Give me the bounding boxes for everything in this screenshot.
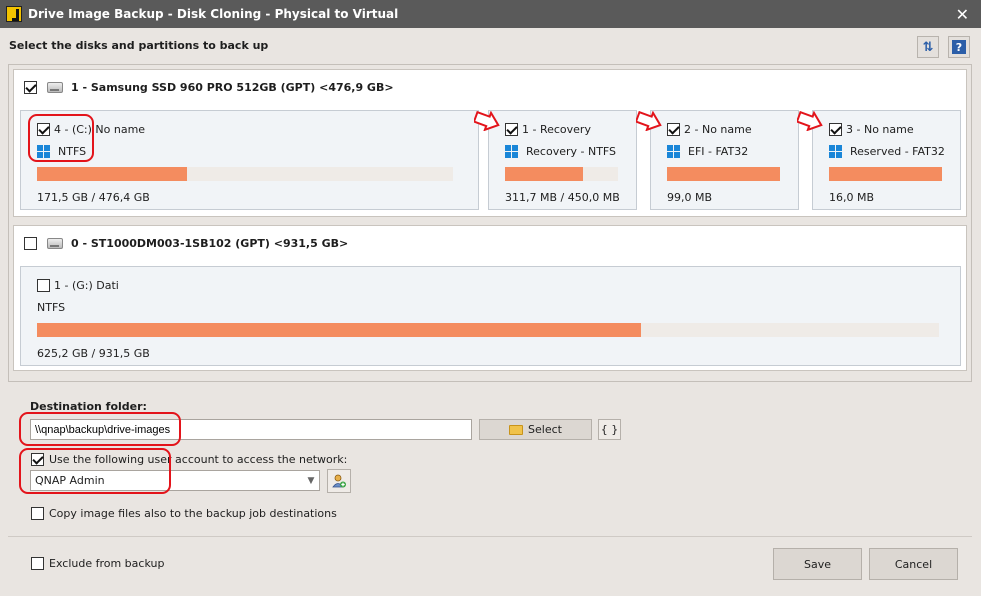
swap-arrows-icon: ⇅	[922, 39, 934, 55]
partition-fs: Recovery - NTFS	[505, 145, 616, 158]
copy-images-row[interactable]: Copy image files also to the backup job …	[31, 507, 337, 520]
hard-drive-icon	[47, 81, 63, 93]
annotation-arrow	[636, 111, 662, 131]
usage-bar	[505, 167, 618, 181]
partition-fs: EFI - FAT32	[667, 145, 748, 158]
usage-bar	[37, 167, 453, 181]
disk-0: 0 - ST1000DM003-1SB102 (GPT) <931,5 GB> …	[13, 225, 967, 371]
variables-button[interactable]: { }	[598, 419, 621, 440]
partition-header: 1 - Recovery	[505, 123, 591, 136]
disk-1: 1 - Samsung SSD 960 PRO 512GB (GPT) <476…	[13, 69, 967, 217]
partition-fs: NTFS	[37, 301, 65, 314]
partition-label: 1 - (G:) Dati	[54, 279, 119, 292]
partition-checkbox[interactable]	[505, 123, 518, 136]
chevron-down-icon[interactable]: ▼	[303, 471, 319, 490]
disk-checkbox[interactable]	[24, 236, 37, 250]
cancel-button[interactable]: Cancel	[869, 548, 958, 580]
usage-bar	[829, 167, 942, 181]
save-button[interactable]: Save	[773, 548, 862, 580]
annotation-circle	[19, 412, 181, 446]
copy-images-checkbox[interactable]	[31, 507, 44, 520]
swap-button[interactable]: ⇅	[917, 36, 939, 58]
annotation-circle	[28, 114, 94, 162]
partition-g[interactable]: 1 - (G:) Dati NTFS 625,2 GB / 931,5 GB	[20, 266, 961, 366]
disk-header: 1 - Samsung SSD 960 PRO 512GB (GPT) <476…	[24, 70, 394, 104]
window-title: Drive Image Backup - Disk Cloning - Phys…	[28, 7, 399, 21]
partition-label: 2 - No name	[684, 123, 752, 136]
annotation-circle	[19, 448, 171, 494]
partition-reserved[interactable]: 3 - No name Reserved - FAT32 16,0 MB	[812, 110, 961, 210]
help-button[interactable]: ?	[948, 36, 970, 58]
partition-checkbox[interactable]	[829, 123, 842, 136]
disk-header: 0 - ST1000DM003-1SB102 (GPT) <931,5 GB>	[24, 226, 348, 260]
usage-fill	[829, 167, 942, 181]
usage-fill	[505, 167, 583, 181]
help-icon: ?	[952, 40, 966, 54]
partition-fs-label: EFI - FAT32	[688, 145, 749, 158]
partition-size: 16,0 MB	[829, 191, 875, 204]
partition-fs-label: NTFS	[37, 301, 66, 314]
partition-size: 99,0 MB	[667, 191, 713, 204]
partition-label: 3 - No name	[846, 123, 914, 136]
close-icon[interactable]: ✕	[956, 5, 969, 24]
usage-fill	[667, 167, 780, 181]
annotation-arrow	[797, 111, 823, 131]
partition-label: 1 - Recovery	[522, 123, 591, 136]
app-icon	[6, 6, 22, 22]
hard-drive-icon	[47, 237, 63, 249]
annotation-arrow	[474, 111, 500, 131]
partition-fs-label: Recovery - NTFS	[526, 145, 617, 158]
windows-icon	[505, 145, 518, 158]
folder-icon	[509, 424, 524, 435]
usage-fill	[37, 323, 642, 337]
usage-bar	[37, 323, 939, 337]
add-user-button[interactable]	[327, 469, 351, 493]
partition-checkbox[interactable]	[667, 123, 680, 136]
partition-size: 311,7 MB / 450,0 MB	[505, 191, 620, 204]
partition-fs: Reserved - FAT32	[829, 145, 945, 158]
add-user-icon	[332, 474, 346, 488]
partition-checkbox[interactable]	[37, 279, 50, 292]
copy-images-label: Copy image files also to the backup job …	[49, 507, 337, 520]
exclude-checkbox[interactable]	[31, 557, 44, 570]
partition-header: 2 - No name	[667, 123, 752, 136]
partition-fs-label: Reserved - FAT32	[850, 145, 945, 158]
disk-title: 1 - Samsung SSD 960 PRO 512GB (GPT) <476…	[71, 80, 394, 94]
usage-bar	[667, 167, 780, 181]
select-folder-button[interactable]: Select	[479, 419, 592, 440]
partition-size: 625,2 GB / 931,5 GB	[37, 347, 150, 360]
section-label: Select the disks and partitions to back …	[9, 39, 269, 52]
windows-icon	[829, 145, 842, 158]
exclude-label: Exclude from backup	[49, 557, 165, 570]
partition-size: 171,5 GB / 476,4 GB	[37, 191, 150, 204]
partition-header: 3 - No name	[829, 123, 914, 136]
divider	[8, 536, 972, 537]
partition-header: 1 - (G:) Dati	[37, 279, 119, 292]
select-folder-label: Select	[528, 423, 562, 436]
disk-title: 0 - ST1000DM003-1SB102 (GPT) <931,5 GB>	[71, 236, 349, 250]
braces-icon: { }	[600, 423, 619, 436]
usage-fill	[37, 167, 187, 181]
title-bar: Drive Image Backup - Disk Cloning - Phys…	[0, 0, 981, 28]
partition-efi[interactable]: 2 - No name EFI - FAT32 99,0 MB	[650, 110, 799, 210]
disk-checkbox[interactable]	[24, 80, 37, 94]
partition-recovery[interactable]: 1 - Recovery Recovery - NTFS 311,7 MB / …	[488, 110, 637, 210]
exclude-row[interactable]: Exclude from backup	[31, 557, 164, 570]
windows-icon	[667, 145, 680, 158]
